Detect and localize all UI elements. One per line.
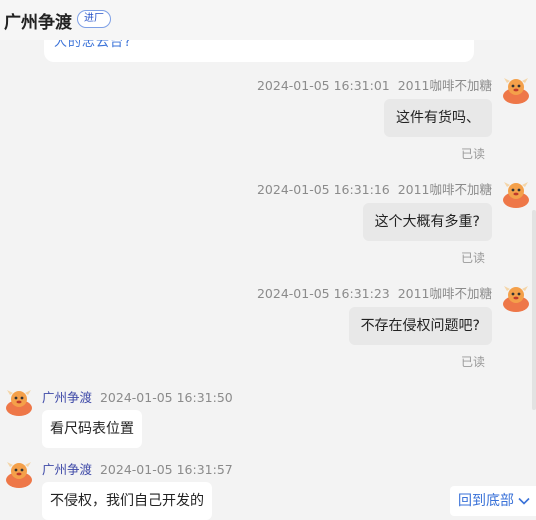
message-sender: 2011咖啡不加糖 xyxy=(397,182,492,197)
message-sender: 2011咖啡不加糖 xyxy=(397,78,492,93)
message-timestamp: 2024-01-05 16:31:50 xyxy=(99,390,233,405)
message-meta: 2024-01-05 16:31:23 2011咖啡不加糖 xyxy=(257,283,492,302)
message-meta: 广州争渡 2024-01-05 16:31:57 xyxy=(42,459,233,478)
scrollbar[interactable] xyxy=(532,210,536,410)
message-timestamp: 2024-01-05 16:31:01 xyxy=(256,78,390,93)
message-bubble[interactable]: 这个大概有多重? xyxy=(362,203,492,241)
message-bubble[interactable]: 这件有货吗、 xyxy=(384,99,492,137)
status-badge: 进厂 xyxy=(77,10,111,28)
message-bubble[interactable]: 看尺码表位置 xyxy=(42,410,142,448)
chat-header: 广州争渡 进厂 xyxy=(0,0,536,40)
message-bubble[interactable]: 不侵权，我们自己开发的 xyxy=(42,482,212,520)
avatar[interactable] xyxy=(4,386,34,416)
message-sender: 广州争渡 xyxy=(42,390,93,405)
avatar[interactable] xyxy=(501,282,531,312)
chevron-down-icon xyxy=(518,497,530,505)
read-status: 已读 xyxy=(460,251,485,265)
chat-title: 广州争渡 xyxy=(4,13,72,33)
avatar-icon xyxy=(503,286,529,312)
message-timestamp: 2024-01-05 16:31:57 xyxy=(99,462,233,477)
message-meta: 2024-01-05 16:31:01 2011咖啡不加糖 xyxy=(257,75,492,94)
avatar[interactable] xyxy=(4,458,34,488)
message-sender: 广州争渡 xyxy=(42,462,93,477)
read-status: 已读 xyxy=(460,355,485,369)
read-status: 已读 xyxy=(460,147,485,161)
avatar[interactable] xyxy=(501,178,531,208)
message-meta: 2024-01-05 16:31:16 2011咖啡不加糖 xyxy=(257,179,492,198)
avatar-icon xyxy=(6,390,32,416)
message-meta: 广州争渡 2024-01-05 16:31:50 xyxy=(42,387,233,406)
avatar-icon xyxy=(503,182,529,208)
message-sender: 2011咖啡不加糖 xyxy=(397,286,492,301)
avatar[interactable] xyxy=(501,74,531,104)
message-timestamp: 2024-01-05 16:31:16 xyxy=(256,182,390,197)
message-timestamp: 2024-01-05 16:31:23 xyxy=(256,286,390,301)
avatar-icon xyxy=(6,462,32,488)
jump-to-bottom-label: 回到底部 xyxy=(458,493,514,509)
message-bubble[interactable]: 不存在侵权问题吧? xyxy=(348,307,492,345)
avatar-icon xyxy=(503,78,529,104)
jump-to-bottom-button[interactable]: 回到底部 xyxy=(450,486,536,516)
